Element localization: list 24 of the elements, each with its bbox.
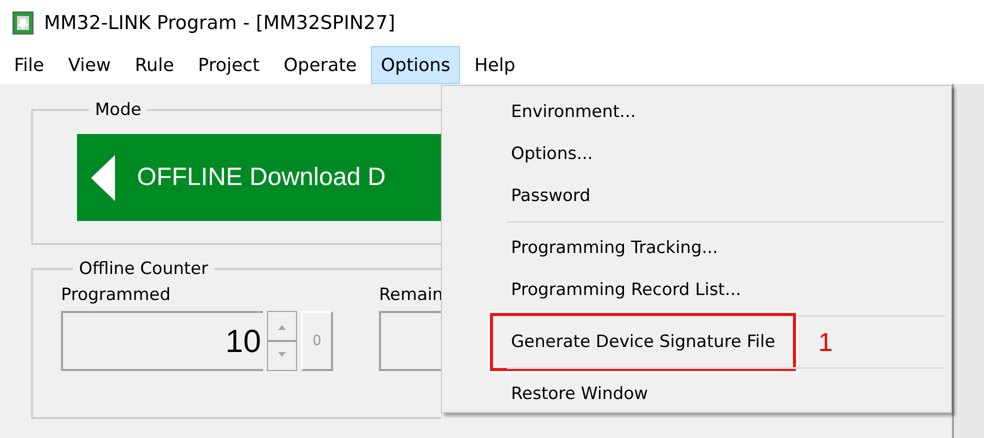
menu-item[interactable]: Options	[370, 46, 460, 84]
menu-item[interactable]: Operate	[274, 46, 367, 84]
mode-banner[interactable]: OFFLINE Download D	[77, 134, 441, 221]
callout-number: 1	[818, 326, 833, 358]
menu-item[interactable]: Environment...	[490, 91, 657, 133]
menu-item[interactable]: Restore Window	[490, 373, 669, 415]
triangle-left-icon	[91, 154, 115, 200]
count-field[interactable]: 10	[61, 311, 263, 371]
menu-item[interactable]: Help	[464, 46, 526, 84]
menu-item[interactable]: Options...	[490, 133, 614, 175]
menu-item[interactable]: Generate Device Signature File	[490, 313, 796, 371]
menu-item[interactable]: Rule	[124, 46, 184, 84]
menu-item[interactable]: Programming Record List...	[490, 269, 762, 311]
spinner-control[interactable]	[267, 311, 297, 371]
window-title: MM32-LINK Program - [MM32SPIN27]	[44, 12, 396, 34]
menu-item[interactable]: Password	[490, 175, 612, 217]
field-label: Programmed	[61, 285, 172, 305]
group-title: Offline Counter	[78, 259, 210, 279]
menu-item[interactable]: View	[58, 46, 121, 84]
menu-item[interactable]: Project	[188, 46, 270, 84]
group-title: Mode	[94, 100, 142, 120]
menu-item[interactable]: Programming Tracking...	[490, 227, 739, 269]
menu-item[interactable]: File	[4, 46, 54, 84]
app-icon	[12, 11, 34, 35]
